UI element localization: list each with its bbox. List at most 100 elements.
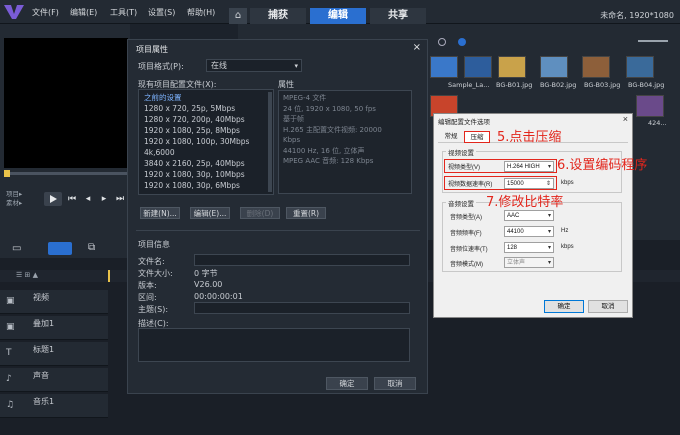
thumb-label: BG-B01.jpg: [496, 81, 533, 89]
play-button[interactable]: [44, 192, 62, 206]
audio-mode-value: 立体声: [507, 260, 526, 266]
record-icon[interactable]: [438, 38, 446, 46]
new-button[interactable]: 新建(N)...: [140, 207, 180, 219]
reset-button[interactable]: 重置(R): [286, 207, 326, 219]
chevron-down-icon: ▾: [547, 245, 551, 251]
menu-file[interactable]: 文件(F): [32, 7, 59, 18]
video-group-label: 视频设置: [446, 147, 476, 157]
list-item[interactable]: 4k,6000: [141, 147, 263, 158]
cancel-button[interactable]: 取消: [588, 300, 628, 313]
thumbnail[interactable]: [582, 56, 610, 78]
list-item[interactable]: 1920 x 1080, 100p, 30Mbps: [141, 136, 263, 147]
tab-edit[interactable]: 编辑: [310, 8, 366, 24]
audio-freq-select[interactable]: 44100 ▾: [504, 226, 554, 237]
menu-tools[interactable]: 工具(T): [110, 7, 137, 18]
tab-capture[interactable]: 捕获: [250, 8, 306, 24]
thumb-label: BG-B02.jpg: [540, 81, 577, 89]
format-value: 在线: [211, 61, 227, 70]
tracks-icon[interactable]: ⧉: [88, 242, 95, 253]
audio-type-select[interactable]: AAC ▾: [504, 210, 554, 221]
thumbnail[interactable]: [540, 56, 568, 78]
chevron-down-icon: ▾: [547, 229, 551, 235]
thumbnail[interactable]: [626, 56, 654, 78]
list-item[interactable]: 1920 x 1080, 25p, 8Mbps: [141, 125, 263, 136]
video-type-value: H.264 HIGH: [507, 164, 540, 170]
next-icon[interactable]: ⏭: [114, 194, 126, 204]
audio-bitrate-select[interactable]: 128 ▾: [504, 242, 554, 253]
cancel-button[interactable]: 取消: [374, 377, 416, 390]
thumbnail[interactable]: [430, 56, 458, 78]
close-icon[interactable]: ×: [623, 114, 628, 124]
prev-icon[interactable]: ⏮: [66, 194, 78, 204]
menu-bar: 文件(F) 编辑(E) 工具(T) 设置(S) 帮助(H) ⌂ 捕获 编辑 共享…: [0, 0, 680, 24]
list-item[interactable]: 1920 x 1080, 30p, 10Mbps: [141, 169, 263, 180]
home-icon[interactable]: ⌂: [229, 8, 247, 24]
project-mode-label[interactable]: 项目▸: [6, 190, 22, 199]
preview-screen: [4, 38, 128, 168]
close-icon[interactable]: ×: [413, 42, 421, 53]
track-label: 标题1: [33, 345, 55, 354]
audio-bitrate-value: 128: [507, 245, 518, 251]
scrubber-handle[interactable]: [4, 170, 10, 177]
menu-edit[interactable]: 编辑(E): [70, 7, 97, 18]
thumbnail[interactable]: [498, 56, 526, 78]
tab-compression[interactable]: 压缩: [464, 131, 490, 143]
preview-scrubber[interactable]: [4, 172, 128, 175]
track-music[interactable]: ♫ 音乐1: [0, 394, 108, 418]
profiles-list[interactable]: 之前的设置 1280 x 720, 25p, 5Mbps 1280 x 720,…: [138, 89, 274, 195]
chevron-down-icon: ▾: [547, 213, 551, 219]
thumbnail[interactable]: [464, 56, 492, 78]
zoom-slider[interactable]: [638, 40, 668, 42]
track-title[interactable]: T 标题1: [0, 342, 108, 366]
ok-button[interactable]: 确定: [544, 300, 584, 313]
title-track-icon: T: [6, 348, 12, 358]
filesize-label: 文件大小:: [138, 269, 173, 278]
subject-field[interactable]: [194, 302, 410, 314]
video-type-select[interactable]: H.264 HIGH ▾: [504, 161, 554, 172]
list-item[interactable]: 1280 x 720, 200p, 40Mbps: [141, 114, 263, 125]
version-value: V26.00: [194, 280, 223, 289]
timeline-view-icon[interactable]: [48, 242, 72, 255]
audio-mode-select[interactable]: 立体声 ▾: [504, 257, 554, 268]
chevron-down-icon: ▾: [547, 164, 551, 170]
description-field[interactable]: [138, 328, 410, 362]
track-overlay[interactable]: ▣ 叠加1: [0, 316, 108, 340]
tab-share[interactable]: 共享: [370, 8, 426, 24]
list-item[interactable]: 3840 x 2160, 25p, 40Mbps: [141, 158, 263, 169]
thumbnail[interactable]: [636, 95, 664, 117]
video-filter-icon[interactable]: [458, 38, 466, 46]
playhead[interactable]: [108, 270, 110, 282]
bitrate-unit: kbps: [561, 180, 574, 186]
preview-mode-labels[interactable]: 项目▸ 素材▸: [6, 190, 22, 208]
delete-button[interactable]: 删除(D): [240, 207, 280, 219]
format-select[interactable]: 在线 ▾: [206, 59, 302, 72]
list-scrollbar[interactable]: [268, 92, 272, 192]
step-forward-icon[interactable]: ▸: [98, 194, 110, 204]
list-item[interactable]: 1280 x 720, 25p, 5Mbps: [141, 103, 263, 114]
spinner-icon[interactable]: ⇕: [546, 179, 551, 189]
audio-type-label: 音频类型(A): [450, 215, 482, 221]
timeline-toolbar: ▭ ⧉: [0, 240, 130, 258]
list-item[interactable]: 之前的设置: [141, 92, 263, 103]
annotation-step5: 5.点击压缩: [497, 130, 562, 145]
prop-line: 基于帧: [283, 115, 304, 123]
edit-button[interactable]: 编辑(E)...: [190, 207, 230, 219]
clip-mode-label[interactable]: 素材▸: [6, 199, 22, 208]
ok-button[interactable]: 确定: [326, 377, 368, 390]
bitrate-value: 15000: [507, 181, 524, 187]
dialog-title: 编辑配置文件选项: [438, 119, 490, 126]
duration-label: 区间:: [138, 293, 157, 302]
menu-help[interactable]: 帮助(H): [187, 7, 215, 18]
app-logo-icon: [4, 5, 24, 19]
list-item[interactable]: 1920 x 1080, 30p, 6Mbps: [141, 180, 263, 191]
track-voice[interactable]: ♪ 声音: [0, 368, 108, 392]
version-label: 版本:: [138, 281, 157, 290]
prop-line: 44100 Hz, 16 位, 立体声: [283, 146, 365, 155]
storyboard-icon[interactable]: ▭: [12, 243, 21, 254]
bitrate-input[interactable]: 15000 ⇕: [504, 178, 554, 189]
step-back-icon[interactable]: ◂: [82, 194, 94, 204]
tab-general[interactable]: 常规: [440, 131, 462, 143]
track-video[interactable]: ▣ 视频: [0, 290, 108, 314]
info-heading: 项目信息: [138, 240, 170, 249]
menu-settings[interactable]: 设置(S): [148, 7, 175, 18]
